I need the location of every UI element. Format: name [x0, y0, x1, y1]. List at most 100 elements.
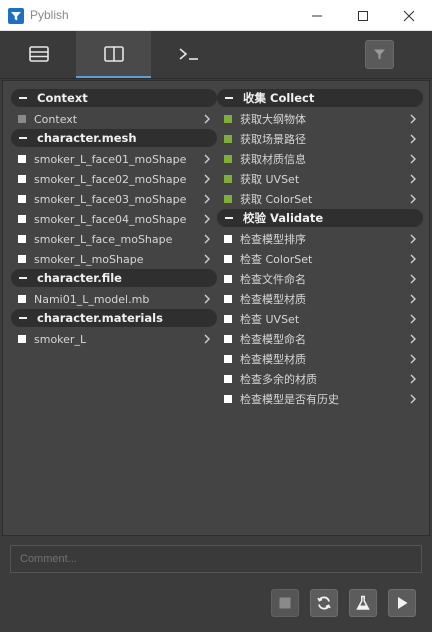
- checkbox[interactable]: [18, 115, 26, 123]
- chevron-right-icon[interactable]: [203, 113, 211, 125]
- checkbox[interactable]: [18, 295, 26, 303]
- list-item[interactable]: 获取 UVSet: [217, 169, 423, 189]
- tab-terminal[interactable]: [151, 31, 226, 77]
- collapse-icon: [19, 317, 27, 319]
- maximize-button[interactable]: [340, 0, 386, 31]
- chevron-right-icon[interactable]: [409, 153, 417, 165]
- chevron-right-icon[interactable]: [409, 333, 417, 345]
- list-item[interactable]: smoker_L_face01_moShape: [11, 149, 217, 169]
- chevron-right-icon[interactable]: [409, 173, 417, 185]
- item-label: 获取 UVSet: [240, 173, 300, 186]
- list-item[interactable]: smoker_L_face_moShape: [11, 229, 217, 249]
- chevron-right-icon[interactable]: [203, 173, 211, 185]
- chevron-right-icon[interactable]: [203, 293, 211, 305]
- list-item[interactable]: smoker_L_moShape: [11, 249, 217, 269]
- item-label: 检查模型排序: [240, 233, 306, 246]
- collapse-icon: [225, 217, 233, 219]
- checkbox[interactable]: [224, 195, 232, 203]
- filter-icon: [374, 49, 385, 60]
- validate-button[interactable]: [349, 589, 377, 617]
- checkbox[interactable]: [224, 175, 232, 183]
- section-header[interactable]: character.mesh: [11, 129, 217, 147]
- checkbox[interactable]: [18, 215, 26, 223]
- list-item[interactable]: 获取材质信息: [217, 149, 423, 169]
- chevron-right-icon[interactable]: [409, 393, 417, 405]
- list-item[interactable]: 获取大纲物体: [217, 109, 423, 129]
- stop-icon: [279, 597, 291, 609]
- checkbox[interactable]: [224, 335, 232, 343]
- checkbox[interactable]: [18, 195, 26, 203]
- checkbox[interactable]: [224, 395, 232, 403]
- stop-button[interactable]: [271, 589, 299, 617]
- checkbox[interactable]: [18, 255, 26, 263]
- chevron-right-icon[interactable]: [203, 333, 211, 345]
- checkbox[interactable]: [224, 235, 232, 243]
- list-item[interactable]: 检查模型命名: [217, 329, 423, 349]
- section-header[interactable]: character.materials: [11, 309, 217, 327]
- list-item[interactable]: smoker_L_face03_moShape: [11, 189, 217, 209]
- chevron-right-icon[interactable]: [409, 193, 417, 205]
- chevron-right-icon[interactable]: [409, 133, 417, 145]
- item-label: Context: [34, 112, 78, 126]
- minimize-button[interactable]: [294, 0, 340, 31]
- reset-button[interactable]: [310, 589, 338, 617]
- filter-button[interactable]: [365, 40, 394, 69]
- chevron-right-icon[interactable]: [203, 153, 211, 165]
- tab-overview[interactable]: [1, 31, 76, 77]
- list-item[interactable]: smoker_L: [11, 329, 217, 349]
- chevron-right-icon[interactable]: [409, 273, 417, 285]
- tab-split[interactable]: [76, 31, 151, 78]
- chevron-right-icon[interactable]: [409, 113, 417, 125]
- checkbox[interactable]: [18, 155, 26, 163]
- list-item[interactable]: 检查 UVSet: [217, 309, 423, 329]
- list-item[interactable]: 检查模型是否有历史: [217, 389, 423, 409]
- checkbox[interactable]: [224, 375, 232, 383]
- section-header[interactable]: 收集 Collect: [217, 89, 423, 107]
- list-item[interactable]: 获取 ColorSet: [217, 189, 423, 209]
- checkbox[interactable]: [224, 275, 232, 283]
- list-item[interactable]: 检查模型材质: [217, 289, 423, 309]
- list-item[interactable]: 检查文件命名: [217, 269, 423, 289]
- chevron-right-icon[interactable]: [409, 373, 417, 385]
- checkbox[interactable]: [18, 175, 26, 183]
- list-item[interactable]: smoker_L_face02_moShape: [11, 169, 217, 189]
- checkbox[interactable]: [224, 115, 232, 123]
- checkbox[interactable]: [224, 155, 232, 163]
- chevron-right-icon[interactable]: [203, 213, 211, 225]
- list-item[interactable]: 获取场景路径: [217, 129, 423, 149]
- chevron-right-icon[interactable]: [203, 233, 211, 245]
- collapse-icon: [19, 97, 27, 99]
- list-item[interactable]: smoker_L_face04_moShape: [11, 209, 217, 229]
- list-item[interactable]: 检查 ColorSet: [217, 249, 423, 269]
- list-item[interactable]: 检查多余的材质: [217, 369, 423, 389]
- section-header[interactable]: Context: [11, 89, 217, 107]
- checkbox[interactable]: [224, 295, 232, 303]
- checkbox[interactable]: [18, 335, 26, 343]
- list-item[interactable]: Context: [11, 109, 217, 129]
- item-label: 检查模型是否有历史: [240, 393, 339, 406]
- section-header[interactable]: character.file: [11, 269, 217, 287]
- comment-input[interactable]: [10, 545, 422, 573]
- close-button[interactable]: [386, 0, 432, 31]
- chevron-right-icon[interactable]: [409, 233, 417, 245]
- checkbox[interactable]: [18, 235, 26, 243]
- checkbox[interactable]: [224, 255, 232, 263]
- item-label: 获取 ColorSet: [240, 193, 313, 206]
- minimize-icon: [312, 15, 322, 16]
- chevron-right-icon[interactable]: [409, 313, 417, 325]
- item-label: 获取场景路径: [240, 133, 306, 146]
- validate-flask-icon: [356, 595, 370, 610]
- publish-button[interactable]: [388, 589, 416, 617]
- checkbox[interactable]: [224, 135, 232, 143]
- chevron-right-icon[interactable]: [409, 253, 417, 265]
- chevron-right-icon[interactable]: [409, 293, 417, 305]
- chevron-right-icon[interactable]: [203, 193, 211, 205]
- list-item[interactable]: 检查模型排序: [217, 229, 423, 249]
- checkbox[interactable]: [224, 355, 232, 363]
- checkbox[interactable]: [224, 315, 232, 323]
- list-item[interactable]: 检查模型材质: [217, 349, 423, 369]
- section-header[interactable]: 校验 Validate: [217, 209, 423, 227]
- list-item[interactable]: Nami01_L_model.mb: [11, 289, 217, 309]
- chevron-right-icon[interactable]: [409, 353, 417, 365]
- chevron-right-icon[interactable]: [203, 253, 211, 265]
